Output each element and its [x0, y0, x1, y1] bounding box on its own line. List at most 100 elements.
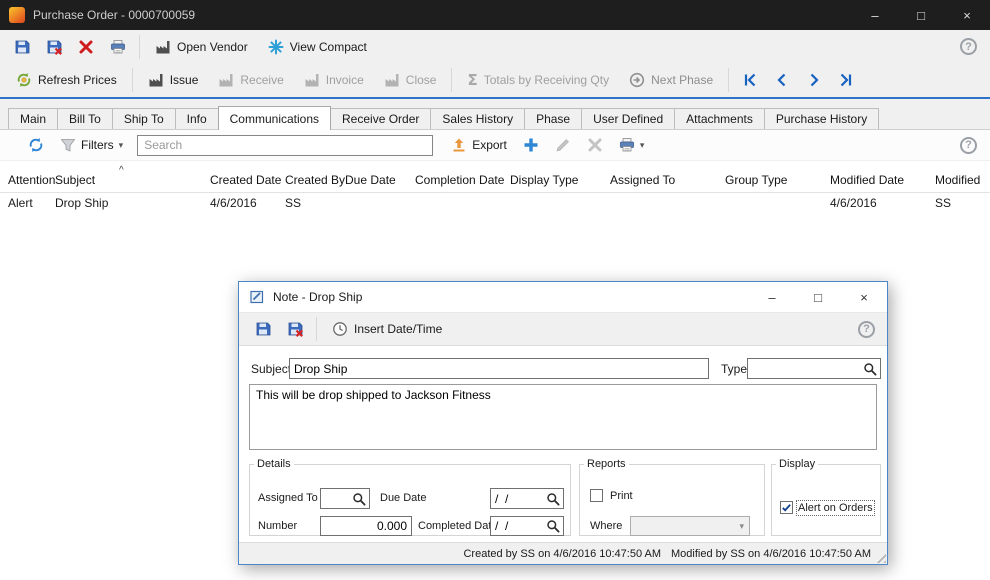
column-header-group-type[interactable]: Group Type [725, 173, 830, 187]
help-icon[interactable]: ? [960, 136, 977, 154]
minimize-button[interactable]: – [852, 0, 898, 30]
close-button[interactable]: × [944, 0, 990, 30]
tab-bill-to[interactable]: Bill To [57, 108, 113, 129]
view-compact-button[interactable]: View Compact [258, 34, 377, 60]
tab-sales-history[interactable]: Sales History [430, 108, 526, 129]
column-header-subject[interactable]: Subject [55, 173, 210, 187]
tab-label: Main [20, 112, 47, 126]
tab-receive-order[interactable]: Receive Order [330, 108, 432, 129]
print-label: Print [610, 490, 633, 502]
dialog-minimize-button[interactable]: – [749, 282, 795, 312]
column-header-assigned-to[interactable]: Assigned To [610, 173, 725, 187]
cell-subject: Drop Ship [55, 195, 109, 210]
note-icon [250, 290, 264, 304]
dialog-save-button[interactable] [247, 316, 279, 342]
tab-phase[interactable]: Phase [524, 108, 583, 129]
previous-record-button[interactable] [766, 67, 798, 93]
column-header-attention[interactable]: Attention [8, 173, 55, 187]
column-header-modified-date[interactable]: Modified Date [830, 173, 935, 187]
filters-button[interactable]: Filters ▾ [52, 133, 131, 157]
view-compact-label: View Compact [289, 39, 367, 54]
next-phase-button[interactable]: Next Phase [619, 67, 723, 93]
search-icon[interactable] [863, 362, 877, 376]
column-header-created-by[interactable]: Created By [285, 173, 345, 187]
column-header-created-date[interactable]: Created Date [210, 173, 285, 187]
open-vendor-button[interactable]: Open Vendor [145, 34, 258, 60]
tab-main[interactable]: Main [8, 108, 59, 129]
save-close-button[interactable] [38, 34, 70, 60]
cell-attention: Alert [8, 195, 33, 210]
due-date-input[interactable] [491, 491, 546, 506]
totals-by-receiving-qty-button[interactable]: Σ Totals by Receiving Qty [457, 67, 619, 93]
save-close-icon [288, 322, 303, 337]
last-record-button[interactable] [830, 67, 862, 93]
tab-attachments[interactable]: Attachments [674, 108, 765, 129]
display-legend: Display [779, 458, 816, 470]
cell-created-date: 4/6/2016 [210, 195, 257, 210]
close-order-button[interactable]: Close [374, 67, 447, 93]
tab-user-defined[interactable]: User Defined [581, 108, 676, 129]
print-notes-button[interactable]: ▾ [611, 133, 653, 157]
search-icon[interactable] [546, 492, 560, 506]
export-button[interactable]: Export [443, 133, 515, 157]
search-input[interactable] [137, 134, 434, 156]
tab-purchase-history[interactable]: Purchase History [763, 108, 880, 129]
factory-icon [305, 74, 319, 87]
print-checkbox[interactable] [590, 489, 603, 502]
pencil-icon [556, 139, 569, 152]
completed-date-input[interactable] [491, 519, 546, 533]
where-dropdown[interactable]: ▾ [630, 516, 750, 536]
tab-ship-to[interactable]: Ship To [111, 108, 176, 129]
search-icon[interactable] [352, 492, 366, 506]
completed-date-field[interactable] [490, 516, 564, 536]
separator [139, 34, 140, 59]
grid-row[interactable]: Alert Drop Ship 4/6/2016 SS 4/6/2016 SS [0, 193, 990, 212]
tab-label: Receive Order [342, 112, 420, 126]
cell-modified-date: 4/6/2016 [830, 195, 877, 210]
note-body-textarea[interactable]: This will be drop shipped to Jackson Fit… [249, 384, 877, 450]
first-record-button[interactable] [734, 67, 766, 93]
grid-header: ^ Attention Subject Created Date Created… [0, 165, 990, 193]
assigned-to-input[interactable] [321, 491, 352, 506]
alert-on-orders-label[interactable]: Alert on Orders [796, 500, 875, 516]
due-date-field[interactable] [490, 488, 564, 509]
column-header-due-date[interactable]: Due Date [345, 173, 415, 187]
delete-note-button[interactable] [579, 133, 611, 157]
dialog-save-close-button[interactable] [279, 316, 311, 342]
insert-datetime-button[interactable]: Insert Date/Time [322, 316, 452, 342]
subject-input[interactable] [289, 358, 709, 379]
dialog-close-button[interactable]: × [841, 282, 887, 312]
maximize-button[interactable]: □ [898, 0, 944, 30]
help-icon[interactable]: ? [858, 320, 875, 338]
save-button[interactable] [6, 34, 38, 60]
help-icon[interactable]: ? [960, 38, 977, 55]
print-button[interactable] [102, 34, 134, 60]
alert-on-orders-checkbox[interactable] [780, 501, 793, 514]
edit-note-button[interactable] [547, 133, 579, 157]
assigned-to-field[interactable] [320, 488, 370, 509]
column-header-completion-date[interactable]: Completion Date [415, 173, 510, 187]
factory-icon [219, 74, 233, 87]
dialog-maximize-button[interactable]: □ [795, 282, 841, 312]
first-record-icon [745, 73, 756, 87]
invoice-button[interactable]: Invoice [294, 67, 374, 93]
delete-button[interactable] [70, 34, 102, 60]
column-header-modified-by[interactable]: Modified [935, 173, 990, 187]
tab-communications[interactable]: Communications [217, 106, 332, 130]
type-input[interactable] [748, 361, 863, 376]
column-header-display-type[interactable]: Display Type [510, 173, 610, 187]
tab-info[interactable]: Info [174, 108, 219, 129]
type-field[interactable] [747, 358, 881, 379]
receive-button[interactable]: Receive [208, 67, 293, 93]
resize-grip[interactable] [873, 550, 886, 563]
search-icon[interactable] [546, 519, 560, 533]
tab-label: Purchase History [775, 112, 868, 126]
next-record-button[interactable] [798, 67, 830, 93]
refresh-prices-button[interactable]: Refresh Prices [6, 67, 127, 93]
number-input[interactable] [320, 516, 412, 536]
number-label: Number [258, 520, 298, 532]
separator [131, 68, 133, 92]
refresh-button[interactable] [20, 133, 52, 157]
issue-button[interactable]: Issue [138, 67, 209, 93]
add-note-button[interactable] [515, 133, 547, 157]
